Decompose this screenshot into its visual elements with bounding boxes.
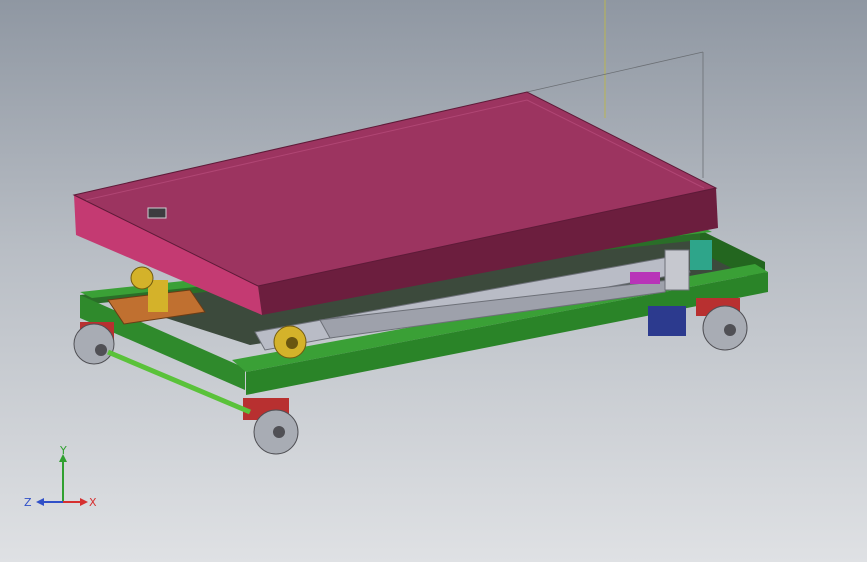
x-arrow-icon — [80, 498, 88, 506]
magenta-pin — [630, 272, 660, 284]
cad-model-view[interactable] — [0, 0, 867, 562]
caster-front-right[interactable] — [696, 298, 748, 351]
pump-motor[interactable] — [648, 306, 686, 336]
roller-front[interactable] — [273, 325, 307, 359]
z-label: Z — [24, 496, 32, 509]
x-label: X — [89, 496, 97, 509]
view-triad[interactable]: Y X Z — [18, 440, 108, 520]
frame-teal-bracket — [690, 240, 712, 270]
scissor-hinge-bracket — [664, 249, 690, 291]
roller-left — [130, 266, 154, 290]
caster-rear-left[interactable] — [73, 322, 115, 365]
y-label: Y — [59, 444, 67, 457]
platform-mount-plate — [147, 207, 167, 219]
graphics-viewport[interactable]: Y X Z — [0, 0, 867, 562]
caster-front-left[interactable] — [243, 398, 299, 455]
z-arrow-icon — [36, 498, 44, 506]
